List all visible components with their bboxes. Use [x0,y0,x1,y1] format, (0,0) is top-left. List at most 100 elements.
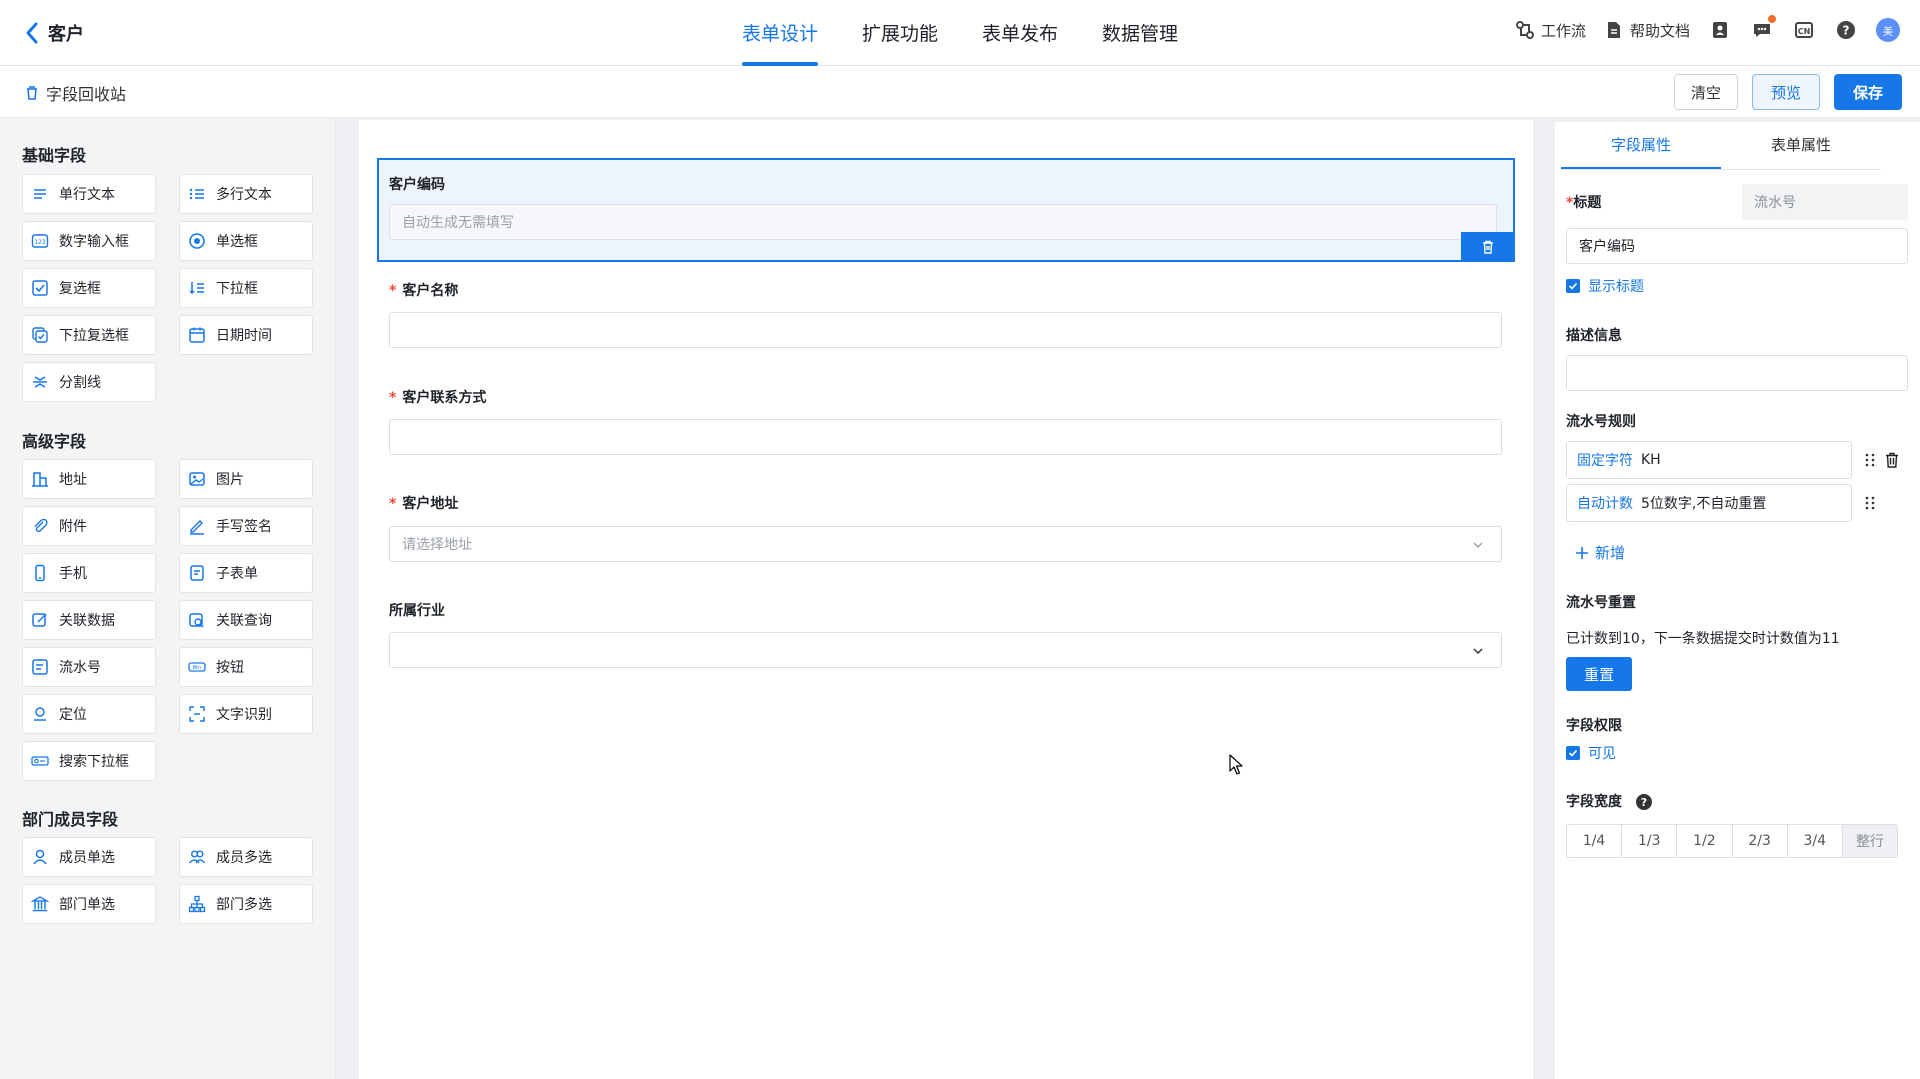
help-icon[interactable]: ? [1636,794,1652,810]
delete-field-button[interactable] [1461,232,1515,262]
field-datetime[interactable]: 日期时间 [179,315,313,355]
field-attachment[interactable]: 附件 [22,506,156,546]
form-field-customer-contact[interactable]: * 客户联系方式 [389,387,486,407]
serial-rule-fixed[interactable]: 固定字符 KH [1566,441,1852,479]
field-width-label: 字段宽度? [1566,791,1652,811]
help-button[interactable]: ? [1834,18,1858,42]
field-dept-single[interactable]: 部门单选 [22,884,156,924]
messages-button[interactable] [1750,15,1776,42]
form-field-industry[interactable]: 所属行业 [389,600,445,620]
form-field-customer-name[interactable]: * 客户名称 [389,280,458,300]
svg-text:123: 123 [34,239,46,246]
field-single-line-text[interactable]: 单行文本 [22,174,156,214]
field-search-dropdown[interactable]: 搜索下拉框 [22,741,156,781]
field-location[interactable]: 定位 [22,694,156,734]
width-option-1-4[interactable]: 1/4 [1567,825,1623,857]
field-member-multi[interactable]: 成员多选 [179,837,313,877]
industry-select[interactable] [389,632,1502,668]
user-avatar[interactable]: 美 [1876,18,1900,42]
field-radio[interactable]: 单选框 [179,221,313,261]
tab-data-management[interactable]: 数据管理 [1080,0,1200,66]
serial-rule-counter[interactable]: 自动计数 5位数字,不自动重置 [1566,484,1852,522]
clear-button[interactable]: 清空 [1673,74,1738,110]
field-address[interactable]: 地址 [22,459,156,499]
drag-handle-icon[interactable] [1864,452,1876,468]
workflow-label: 工作流 [1540,21,1586,40]
field-dropdown[interactable]: 下拉框 [179,268,313,308]
field-label: 关联数据 [59,613,115,629]
title-input[interactable]: 客户编码 [1566,228,1908,264]
tab-form-design[interactable]: 表单设计 [720,0,840,66]
chevron-down-icon [1473,542,1483,548]
field-signature[interactable]: 手写签名 [179,506,313,546]
properties-tabs: 字段属性 表单属性 [1561,122,1881,170]
checkbox-icon [32,280,48,296]
location-pin-icon [34,707,46,721]
field-number-input[interactable]: 123 数字输入框 [22,221,156,261]
field-dept-multi[interactable]: 部门多选 [179,884,313,924]
field-checkbox[interactable]: 复选框 [22,268,156,308]
field-label: 搜索下拉框 [59,754,129,770]
width-option-1-3[interactable]: 1/3 [1622,825,1678,857]
tab-form-properties[interactable]: 表单属性 [1721,122,1881,169]
field-label: 多行文本 [216,187,272,203]
customer-name-input[interactable] [389,312,1502,348]
customer-address-select[interactable]: 请选择地址 [389,526,1502,562]
tab-field-properties[interactable]: 字段属性 [1561,122,1721,169]
help-docs-button[interactable]: 帮助文档 [1604,20,1690,41]
add-rule-button[interactable]: 新增 [1575,542,1625,563]
required-mark: * [389,283,397,299]
contacts-button[interactable] [1708,18,1732,42]
field-serial-number[interactable]: 流水号 [22,647,156,687]
form-canvas: 客户编码 自动生成无需填写 * 客户名称 * 客户联系方式 * 客户地址 请选择地址 … [359,120,1533,1079]
recycle-bin-icon [27,86,37,100]
field-button[interactable]: Btn 按钮 [179,647,313,687]
save-button[interactable]: 保存 [1833,74,1902,110]
field-ocr[interactable]: 文字识别 [179,694,313,734]
field-multi-dropdown[interactable]: 下拉复选框 [22,315,156,355]
language-button[interactable]: CN [1792,18,1816,42]
field-image[interactable]: 图片 [179,459,313,499]
drag-handle-icon[interactable] [1864,495,1876,511]
form-field-customer-address[interactable]: * 客户地址 [389,493,458,513]
tab-extensions[interactable]: 扩展功能 [840,0,960,66]
field-divider[interactable]: 分割线 [22,362,156,402]
trash-icon[interactable] [1884,452,1900,468]
tab-form-publish[interactable]: 表单发布 [960,0,1080,66]
institution-icon [31,896,49,912]
width-option-2-3[interactable]: 2/3 [1733,825,1788,857]
form-field-selected[interactable]: 客户编码 自动生成无需填写 [377,158,1515,262]
trash-icon [1483,240,1493,254]
show-title-checkbox[interactable]: 显示标题 [1566,276,1644,296]
field-label: 单选框 [216,234,258,250]
width-option-1-2[interactable]: 1/2 [1677,825,1733,857]
list-icon [189,188,204,200]
workflow-button[interactable]: 工作流 [1515,20,1586,41]
required-mark: * [389,496,397,512]
reset-button[interactable]: 重置 [1566,657,1632,691]
width-option-3-4[interactable]: 3/4 [1788,825,1843,857]
multi-check-icon [32,327,48,343]
query-icon [189,613,204,628]
field-label: 附件 [59,519,87,535]
field-multi-line-text[interactable]: 多行文本 [179,174,313,214]
field-label: 按钮 [216,660,244,676]
field-linked-query[interactable]: 关联查询 [179,600,313,640]
svg-text:?: ? [1843,24,1850,38]
preview-button[interactable]: 预览 [1751,74,1820,110]
field-linked-data[interactable]: 关联数据 [22,600,156,640]
field-width-selector: 1/4 1/3 1/2 2/3 3/4 整行 [1566,824,1898,858]
visible-checkbox[interactable]: 可见 [1566,743,1616,763]
width-option-full[interactable]: 整行 [1842,825,1898,857]
serial-icon [32,659,48,675]
top-header: 客户 表单设计 扩展功能 表单发布 数据管理 工作流 帮助文档 CN ? 美 [0,0,1920,66]
plus-icon [1576,546,1588,559]
field-phone[interactable]: 手机 [22,553,156,593]
users-icon [188,850,206,864]
back-button[interactable]: 客户 [24,20,84,46]
field-recycle-bin[interactable]: 字段回收站 [24,81,126,105]
customer-contact-input[interactable] [389,419,1502,455]
description-input[interactable] [1566,355,1908,391]
field-subform[interactable]: 子表单 [179,553,313,593]
field-member-single[interactable]: 成员单选 [22,837,156,877]
